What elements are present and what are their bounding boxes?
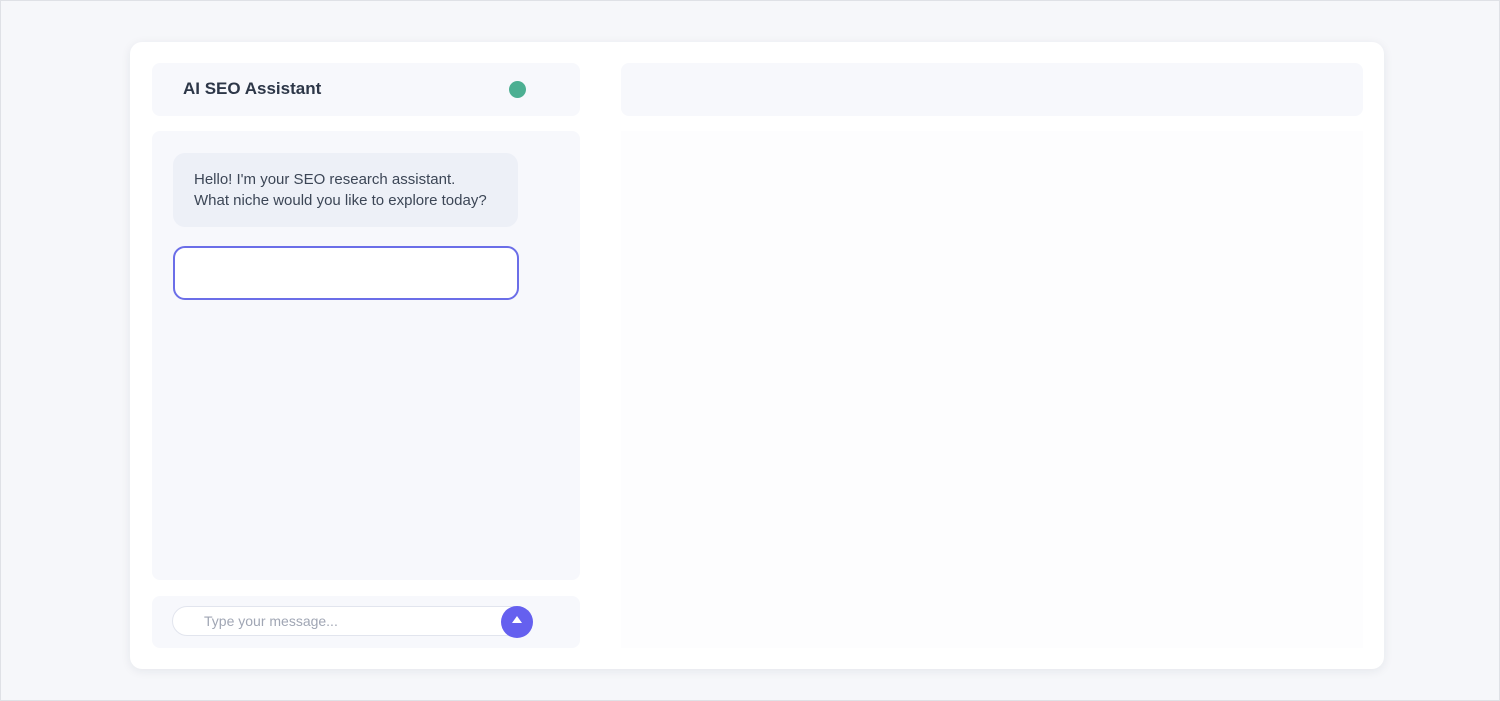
results-header — [621, 63, 1363, 116]
send-button[interactable] — [501, 606, 533, 638]
assistant-message: Hello! I'm your SEO research assistant. … — [173, 153, 518, 227]
assistant-message-line: Hello! I'm your SEO research assistant. — [194, 171, 456, 188]
niche-answer-box[interactable] — [173, 246, 519, 300]
assistant-message-line: What niche would you like to explore tod… — [194, 192, 487, 209]
page-frame: AI SEO Assistant Hello! I'm your SEO res… — [0, 0, 1500, 701]
chat-header: AI SEO Assistant — [152, 63, 580, 116]
message-composer — [152, 596, 580, 648]
chat-title: AI SEO Assistant — [183, 79, 322, 98]
online-status-icon — [509, 81, 526, 98]
results-panel — [621, 131, 1363, 648]
message-input[interactable] — [172, 606, 532, 636]
chat-messages: Hello! I'm your SEO research assistant. … — [152, 131, 580, 580]
arrow-up-icon — [512, 616, 522, 623]
